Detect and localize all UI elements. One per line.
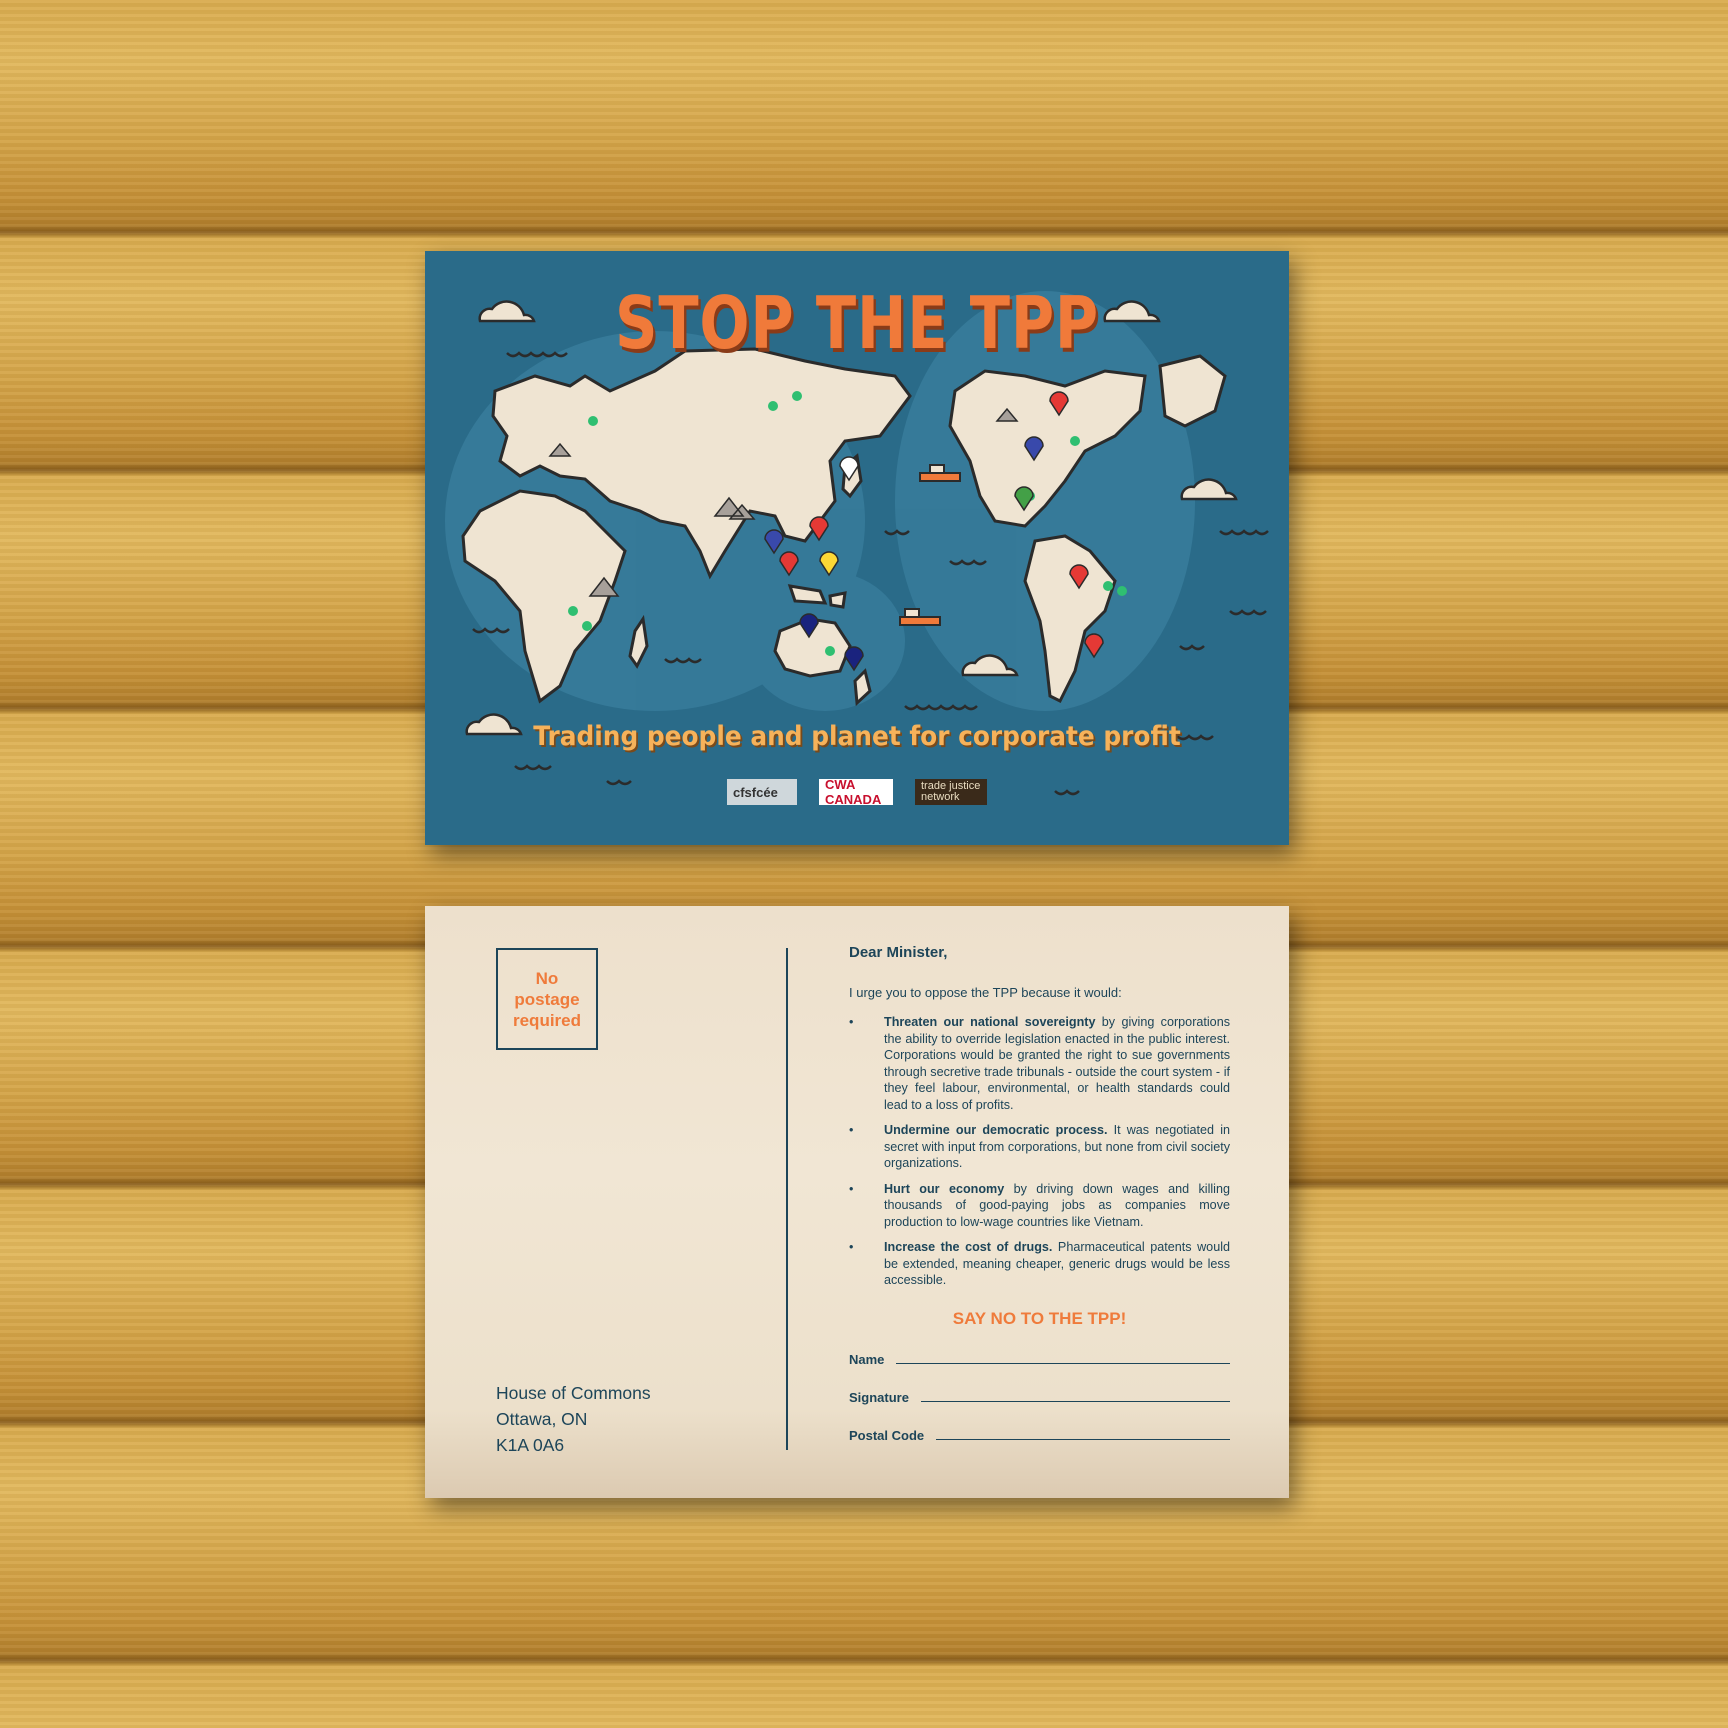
postal-code-field[interactable]: Postal Code bbox=[849, 1419, 1230, 1443]
letter-body: Dear Minister, I urge you to oppose the … bbox=[849, 944, 1230, 1443]
point-heading: Hurt our economy bbox=[884, 1181, 1005, 1196]
trade-justice-network-logo: trade justice network bbox=[915, 779, 987, 805]
name-field[interactable]: Name bbox=[849, 1343, 1230, 1367]
mailing-address: House of Commons Ottawa, ON K1A 0A6 bbox=[496, 1380, 651, 1458]
list-item: • Threaten our national sovereignty by gi… bbox=[849, 1014, 1230, 1113]
signature-label: Signature bbox=[849, 1389, 909, 1405]
call-to-action: SAY NO TO THE TPP! bbox=[952, 1308, 1127, 1328]
front-subtitle: Trading people and planet for corporate … bbox=[533, 721, 1181, 752]
postal-code-line[interactable] bbox=[936, 1438, 1230, 1440]
front-title: STOP THE TPP bbox=[614, 281, 1100, 365]
postcard-front: STOP THE TPP Trading people and planet f… bbox=[425, 251, 1289, 845]
name-line[interactable] bbox=[896, 1362, 1230, 1364]
bullet: • bbox=[849, 1123, 854, 1137]
address-line: Ottawa, ON bbox=[496, 1409, 588, 1429]
postcard-back: No postage required House of Commons Ott… bbox=[425, 906, 1289, 1498]
bullet: • bbox=[849, 1240, 854, 1254]
signature-field[interactable]: Signature bbox=[849, 1381, 1230, 1405]
bullet: • bbox=[849, 1015, 854, 1029]
bullet: • bbox=[849, 1181, 854, 1196]
list-item: • Increase the cost of drugs. Pharmaceuti… bbox=[849, 1239, 1230, 1289]
list-item: • Hurt our economy by driving down wages … bbox=[849, 1181, 1230, 1231]
postcard-divider bbox=[786, 948, 788, 1450]
cfs-logo: cfsfcée bbox=[727, 779, 797, 805]
sponsor-logos: cfsfcée CWA CANADA trade justice network bbox=[425, 777, 1289, 807]
postal-code-label: Postal Code bbox=[849, 1427, 925, 1443]
reasons-list: • Threaten our national sovereignty by gi… bbox=[849, 1014, 1230, 1289]
point-text: by giving corporations the ability to ov… bbox=[884, 1015, 1230, 1112]
stamp-text: No postage required bbox=[512, 968, 582, 1030]
address-line: House of Commons bbox=[496, 1383, 651, 1403]
point-heading: Threaten our national sovereignty bbox=[884, 1015, 1096, 1029]
point-heading: Increase the cost of drugs. bbox=[884, 1240, 1053, 1254]
cwa-canada-logo: CWA CANADA bbox=[819, 777, 893, 807]
greeting: Dear Minister, bbox=[849, 944, 948, 961]
address-line: K1A 0A6 bbox=[496, 1435, 565, 1455]
intro-text: I urge you to oppose the TPP because it … bbox=[849, 985, 1122, 1000]
stamp-box: No postage required bbox=[496, 948, 598, 1050]
point-heading: Undermine our democratic process. bbox=[884, 1123, 1108, 1137]
name-label: Name bbox=[849, 1351, 885, 1367]
list-item: • Undermine our democratic process. It wa… bbox=[849, 1122, 1230, 1172]
signature-line[interactable] bbox=[920, 1400, 1230, 1402]
